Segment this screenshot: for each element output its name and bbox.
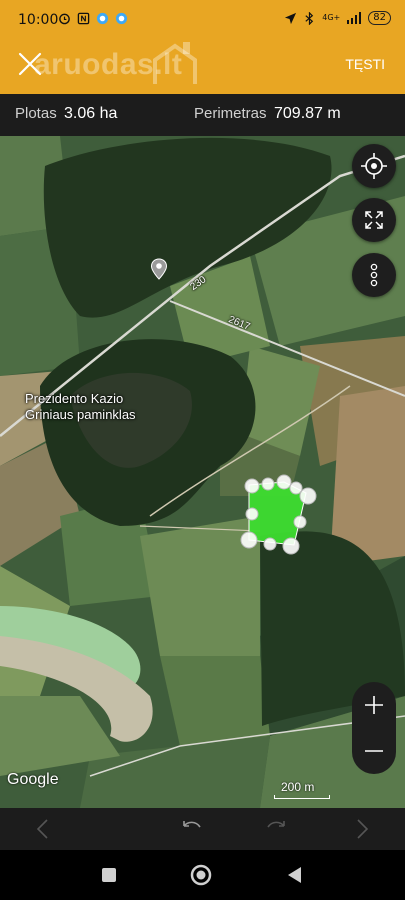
plus-icon [365, 696, 383, 714]
app-notification-icon [115, 12, 128, 25]
undo-icon[interactable] [176, 814, 206, 844]
crosshair-icon [361, 153, 387, 179]
location-arrow-icon [285, 12, 297, 24]
poi-label[interactable]: Prezidento Kazio Griniaus paminklas [25, 391, 136, 423]
notification-icons [58, 12, 128, 25]
bluetooth-icon [305, 11, 314, 25]
nfc-icon [77, 12, 90, 25]
vertex-handle [299, 487, 317, 505]
vertex-handle [263, 537, 277, 551]
vertex-handle [245, 507, 259, 521]
vertex-handle [282, 537, 300, 555]
redo-icon[interactable] [262, 814, 292, 844]
perimeter-label: Perimetras [194, 105, 267, 122]
vertex-handle [240, 531, 258, 549]
more-options-button[interactable] [352, 253, 396, 297]
area-value: 3.06 ha [64, 105, 118, 122]
zoom-control [352, 682, 396, 774]
logo-house-icon [153, 42, 197, 84]
zoom-in-button[interactable] [352, 682, 396, 728]
alarm-icon [59, 13, 70, 25]
scale-label: 200 m [281, 780, 315, 794]
fullscreen-button[interactable] [352, 198, 396, 242]
poi-label-line1: Prezidento Kazio [25, 391, 124, 406]
network-type: 4G+ [322, 13, 341, 22]
logo-text: aruodas [34, 48, 155, 81]
area-label: Plotas [15, 105, 57, 122]
signal-icon [347, 12, 362, 24]
google-attribution: Google [7, 771, 59, 788]
vertex-handle [244, 478, 260, 494]
continue-button[interactable]: TĘSTI [345, 56, 385, 72]
battery-indicator: 82 [368, 11, 391, 25]
status-time: 10:00 [18, 12, 59, 28]
polygon-vertex-handles[interactable] [0, 136, 405, 808]
previous-icon[interactable] [28, 814, 58, 844]
poi-label-line2: Griniaus paminklas [25, 407, 136, 422]
back-icon[interactable] [282, 862, 308, 888]
zoom-out-button[interactable] [352, 728, 396, 774]
vertex-handle [289, 481, 303, 495]
expand-icon [365, 211, 383, 229]
measurement-bar: Plotas 3.06 ha Perimetras 709.87 m [0, 94, 405, 136]
minus-icon [365, 750, 383, 752]
vertex-handle [261, 477, 275, 491]
vertex-handle [293, 515, 307, 529]
scale-bar [274, 795, 330, 799]
system-icons: 4G+ 82 [284, 11, 391, 25]
recent-apps-icon[interactable] [96, 862, 122, 888]
app-bar: aruodas.lt TĘSTI [0, 36, 405, 94]
edit-toolbar [0, 808, 405, 850]
app-notification-icon [96, 12, 109, 25]
status-bar: 10:00 4G+ 82 [0, 0, 405, 36]
system-navigation-bar [0, 850, 405, 900]
satellite-map[interactable]: Prezidento Kazio Griniaus paminklas 230 … [0, 136, 405, 808]
next-icon[interactable] [347, 814, 377, 844]
vertex-handle [276, 474, 292, 490]
perimeter-value: 709.87 m [274, 105, 341, 122]
my-location-button[interactable] [352, 144, 396, 188]
map-pin-icon[interactable] [148, 258, 170, 280]
home-icon[interactable] [188, 862, 214, 888]
more-vertical-icon [370, 263, 378, 287]
